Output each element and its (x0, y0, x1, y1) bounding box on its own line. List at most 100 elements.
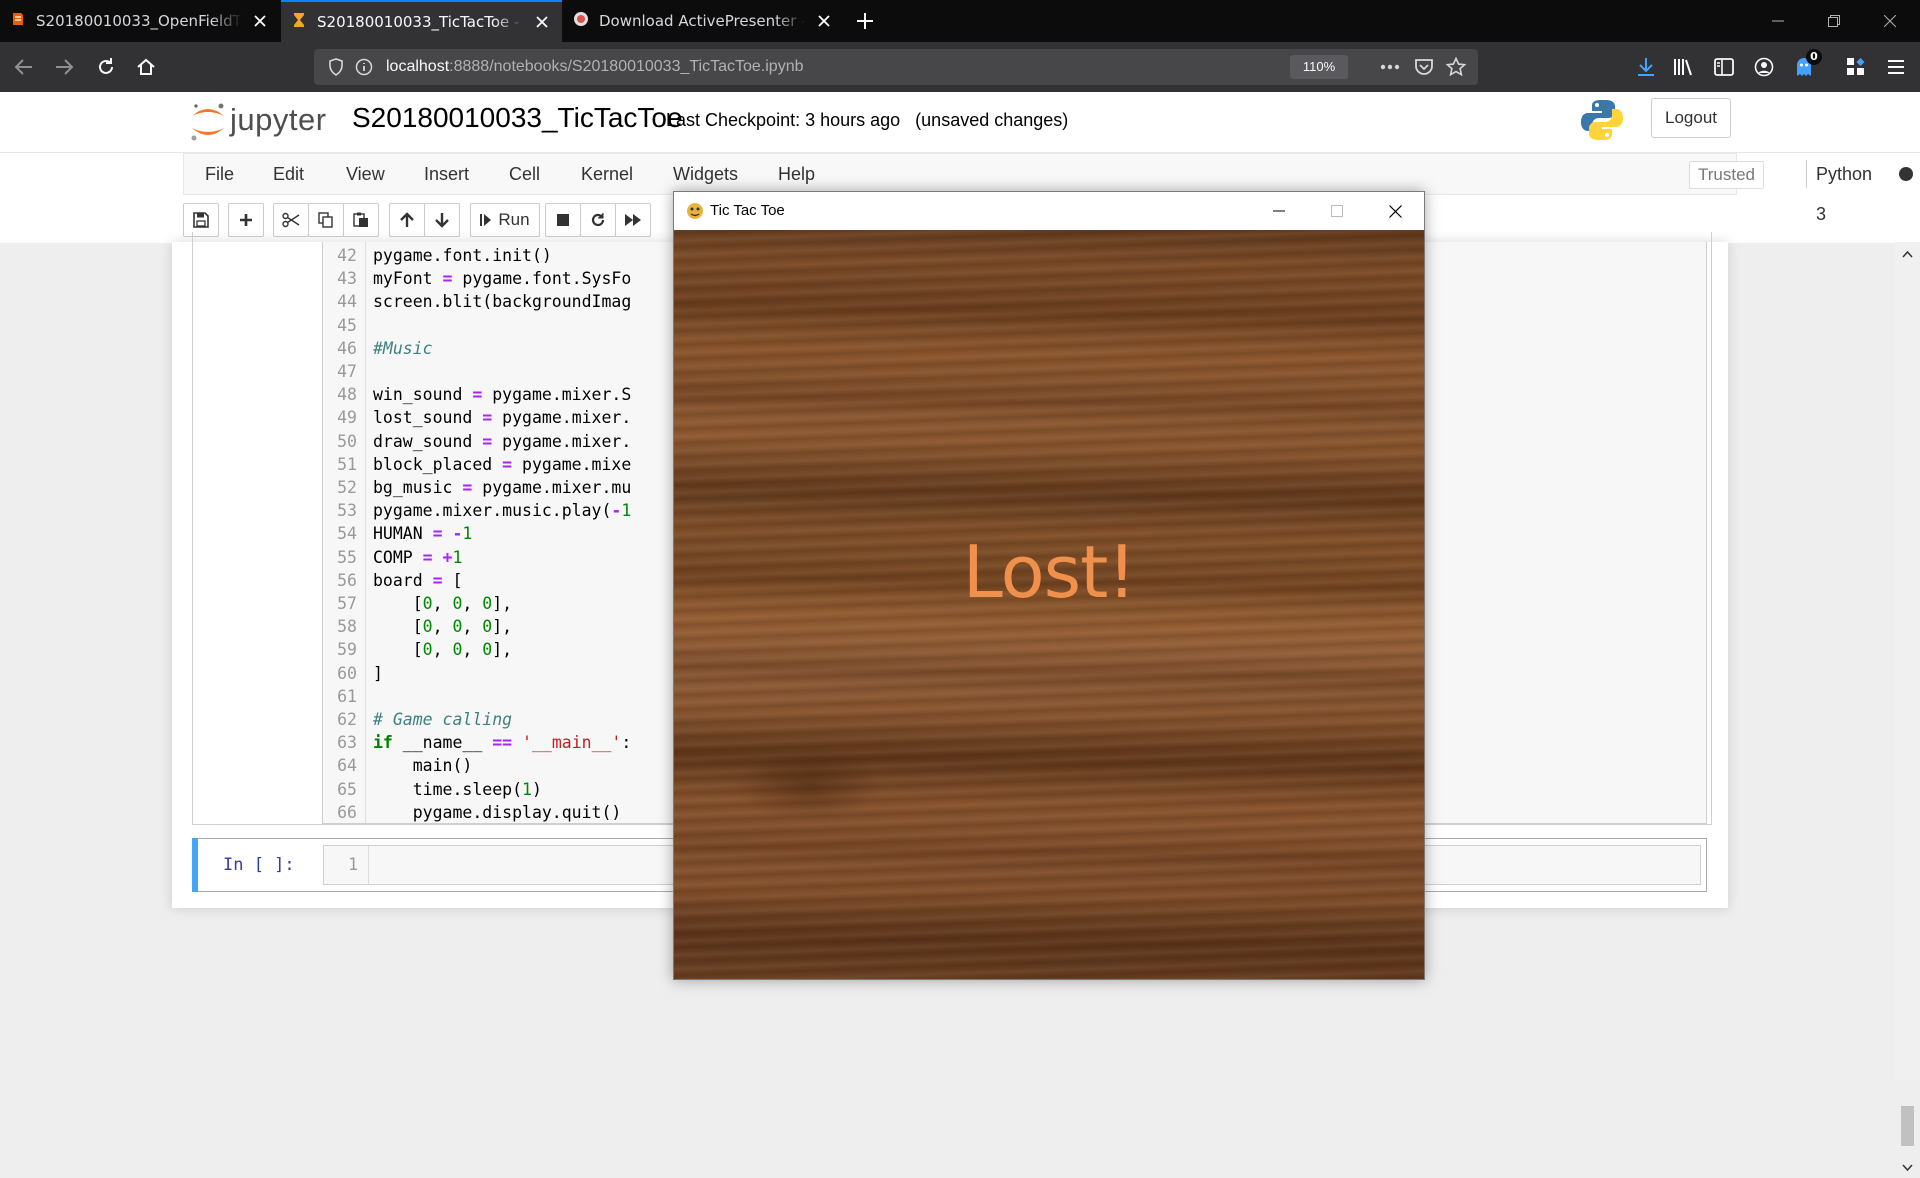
logout-button[interactable]: Logout (1651, 98, 1731, 138)
tab-openfield-notebook[interactable]: S20180010033_OpenFieldTicTa (0, 0, 280, 42)
home-icon[interactable] (130, 51, 162, 83)
code-text[interactable]: HUMAN = -1 (373, 522, 472, 545)
restart-icon (591, 213, 605, 227)
line-number: 51 (337, 454, 357, 474)
code-text[interactable]: lost_sound = pygame.mixer. (373, 406, 631, 429)
menu-widgets[interactable]: Widgets (673, 154, 738, 194)
code-text[interactable]: pygame.display.quit() (373, 801, 622, 823)
code-text[interactable]: time.sleep(1) (373, 778, 542, 801)
menu-kernel[interactable]: Kernel (581, 154, 633, 194)
account-icon[interactable] (1752, 55, 1776, 79)
code-text[interactable]: myFont = pygame.font.SysFo (373, 267, 631, 290)
sidebar-icon[interactable] (1712, 55, 1736, 79)
kernel-separator (1806, 160, 1807, 188)
minimize-icon[interactable] (1750, 0, 1806, 42)
line-number: 65 (337, 779, 357, 799)
menu-cell[interactable]: Cell (509, 154, 540, 194)
tab-activepresenter[interactable]: Download ActivePresenter - Vi (563, 0, 844, 42)
reload-icon[interactable] (90, 51, 122, 83)
wood-knot (734, 750, 884, 820)
tab-title: Download ActivePresenter - Vi (599, 12, 806, 30)
input-prompt: In [ ]: (223, 855, 295, 875)
code-text[interactable]: [0, 0, 0], (373, 638, 512, 661)
extensions-grid-icon[interactable] (1844, 55, 1868, 79)
line-number: 1 (348, 855, 358, 874)
zoom-level-indicator[interactable]: 110% (1290, 55, 1348, 79)
extension-notification-icon[interactable]: 0 (1792, 49, 1822, 79)
arrow-up-icon (400, 212, 414, 227)
run-label: Run (498, 210, 530, 229)
menu-view[interactable]: View (346, 154, 385, 194)
code-text[interactable]: ] (373, 662, 383, 685)
code-text[interactable]: # Game calling (373, 708, 512, 731)
code-text[interactable]: bg_music = pygame.mixer.mu (373, 476, 631, 499)
close-window-icon[interactable] (1862, 0, 1918, 42)
scroll-up-icon[interactable] (1895, 244, 1920, 264)
close-icon[interactable] (250, 11, 270, 31)
close-icon[interactable] (1366, 192, 1424, 230)
forward-arrow-icon[interactable] (48, 51, 80, 83)
minimize-icon[interactable] (1250, 192, 1308, 230)
line-number: 46 (337, 338, 357, 358)
hamburger-menu-icon[interactable] (1884, 55, 1908, 79)
scissors-icon (282, 212, 300, 228)
save-icon (193, 212, 209, 228)
code-text[interactable]: COMP = +1 (373, 546, 462, 569)
code-text[interactable]: draw_sound = pygame.mixer. (373, 430, 631, 453)
close-icon[interactable] (532, 12, 552, 32)
code-text[interactable]: block_placed = pygame.mixe (373, 453, 631, 476)
scroll-down-icon[interactable] (1895, 1158, 1920, 1178)
url-host: localhost (386, 58, 450, 75)
shield-icon[interactable] (326, 57, 346, 77)
line-number: 55 (337, 547, 357, 567)
menu-insert[interactable]: Insert (424, 154, 469, 194)
code-text[interactable]: main() (373, 754, 473, 777)
download-icon[interactable] (1634, 55, 1658, 79)
line-number: 63 (337, 733, 357, 753)
page-scrollbar[interactable] (1895, 242, 1920, 1172)
game-window[interactable]: Tic Tac Toe Lost! (673, 191, 1425, 980)
code-text[interactable]: if __name__ == '__main__': (373, 731, 631, 754)
code-text[interactable]: pygame.font.init() (373, 244, 552, 267)
menu-file[interactable]: File (205, 154, 234, 194)
tab-tictactoe-notebook[interactable]: S20180010033_TicTacToe - Jup (281, 0, 562, 42)
notebook-name[interactable]: S20180010033_TicTacToe (352, 102, 683, 134)
line-number: 60 (337, 663, 357, 683)
code-text[interactable]: win_sound = pygame.mixer.S (373, 383, 631, 406)
game-result-message: Lost! (962, 530, 1137, 614)
game-window-titlebar[interactable]: Tic Tac Toe (674, 192, 1424, 230)
url-text[interactable]: localhost:8888/notebooks/S20180010033_Ti… (386, 49, 804, 85)
page-actions-icon[interactable] (1380, 57, 1400, 77)
line-number: 61 (337, 686, 357, 706)
info-icon[interactable] (354, 57, 374, 77)
bookmark-star-icon[interactable] (1446, 57, 1466, 77)
python-logo-icon (1580, 98, 1624, 142)
tab-title: S20180010033_OpenFieldTicTa (36, 12, 242, 30)
code-text[interactable]: board = [ (373, 569, 462, 592)
code-text[interactable]: [0, 0, 0], (373, 592, 512, 615)
scroll-thumb[interactable] (1901, 1106, 1914, 1146)
pocket-icon[interactable] (1414, 57, 1434, 77)
restore-icon[interactable] (1806, 0, 1862, 42)
kernel-name[interactable]: Python 3 (1816, 154, 1872, 234)
back-arrow-icon[interactable] (8, 51, 40, 83)
trusted-indicator[interactable]: Trusted (1689, 161, 1765, 189)
close-icon[interactable] (814, 11, 834, 31)
new-tab-icon[interactable] (850, 6, 880, 36)
menu-help[interactable]: Help (778, 154, 815, 194)
library-icon[interactable] (1672, 55, 1696, 79)
code-text[interactable]: #Music (373, 337, 433, 360)
maximize-icon[interactable] (1308, 192, 1366, 230)
code-text[interactable]: pygame.mixer.music.play(-1 (373, 499, 631, 522)
pygame-snake-icon (685, 201, 705, 221)
kernel-status-icon (1899, 167, 1913, 181)
code-text[interactable]: screen.blit(backgroundImag (373, 290, 631, 313)
code-text[interactable]: [0, 0, 0], (373, 615, 512, 638)
menu-edit[interactable]: Edit (273, 154, 304, 194)
stop-icon (557, 214, 569, 226)
url-bar[interactable]: localhost:8888/notebooks/S20180010033_Ti… (314, 49, 1478, 85)
jupyter-logo[interactable]: jupyter (188, 100, 338, 144)
game-canvas[interactable]: Lost! (674, 230, 1424, 979)
selected-cell-indicator (192, 838, 198, 892)
line-number: 50 (337, 431, 357, 451)
